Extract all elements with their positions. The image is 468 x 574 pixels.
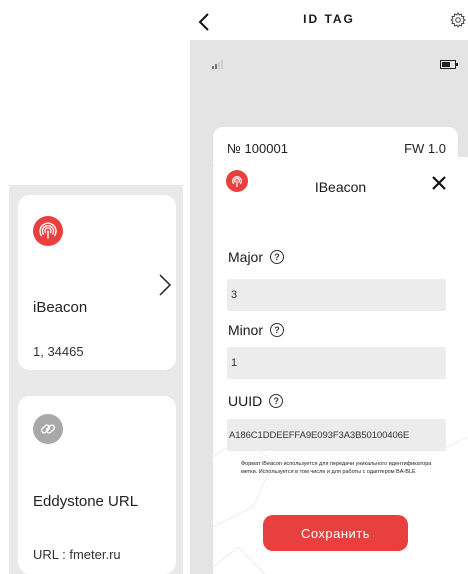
uuid-help-icon[interactable]: ?: [269, 394, 284, 408]
format-note: Формат iBeacon используется для передачи…: [241, 461, 432, 475]
battery-icon: [440, 60, 458, 69]
eddystone-card[interactable]: Eddystone URL URL : fmeter.ru: [18, 396, 176, 574]
tag-list-panel: iBeacon 1, 34465 Eddystone URL URL : fme…: [9, 185, 183, 574]
uuid-label: UUID ?: [228, 393, 284, 409]
close-icon[interactable]: [432, 176, 446, 190]
device-screen: ID TAG № 100001 FW 1.0 IBeacon Major ? 3…: [190, 0, 468, 574]
uuid-input[interactable]: [227, 419, 446, 451]
uuid-label-text: UUID: [228, 393, 263, 409]
top-bar: ID TAG: [190, 0, 468, 40]
minor-input[interactable]: [227, 347, 446, 379]
eddystone-card-title: Eddystone URL: [33, 493, 139, 510]
major-label-text: Major: [228, 249, 264, 265]
eddystone-card-value: URL : fmeter.ru: [33, 547, 121, 562]
major-help-icon[interactable]: ?: [270, 250, 285, 264]
page-title: ID TAG: [303, 12, 355, 26]
ibeacon-card-value: 1, 34465: [33, 344, 84, 359]
ibeacon-card[interactable]: iBeacon 1, 34465: [18, 195, 176, 370]
minor-label: Minor ?: [228, 322, 285, 338]
minor-label-text: Minor: [228, 322, 264, 338]
save-button[interactable]: Сохранить: [263, 515, 408, 551]
firmware-version: FW 1.0: [404, 141, 446, 156]
ibeacon-card-title: iBeacon: [33, 299, 88, 316]
major-input[interactable]: [227, 279, 446, 311]
minor-help-icon[interactable]: ?: [270, 323, 285, 337]
modal-title: IBeacon: [314, 179, 367, 195]
device-number: № 100001: [227, 141, 288, 156]
major-label: Major ?: [228, 249, 285, 265]
link-icon: [33, 414, 63, 444]
chevron-right-icon[interactable]: [158, 273, 172, 297]
ibeacon-settings-modal: IBeacon Major ? Minor ? UUID ? Формат iB…: [213, 157, 468, 574]
gear-icon[interactable]: [450, 12, 466, 28]
signal-strength-icon: [212, 60, 223, 69]
beacon-signal-icon: [33, 216, 63, 246]
